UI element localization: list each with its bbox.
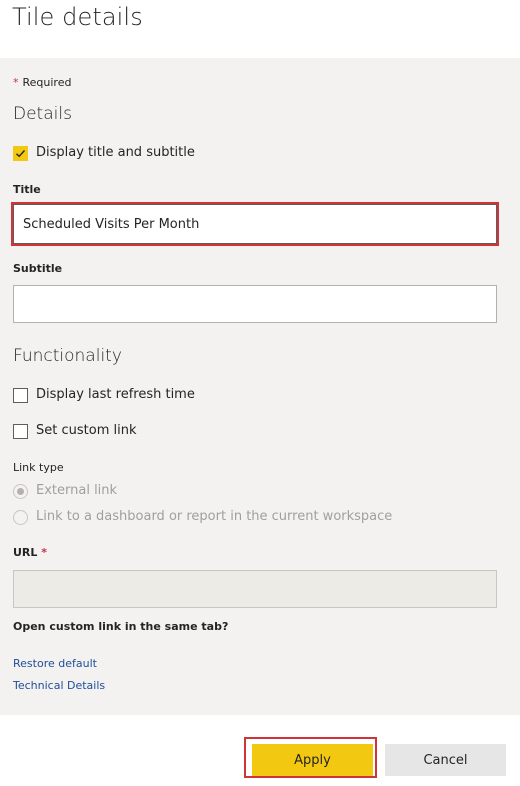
url-input[interactable] bbox=[13, 570, 497, 608]
url-label-text: URL bbox=[13, 546, 38, 559]
title-input[interactable]: Scheduled Visits Per Month bbox=[13, 204, 497, 244]
url-required-star: * bbox=[41, 546, 48, 559]
subtitle-label: Subtitle bbox=[13, 262, 63, 275]
footer: Apply Cancel bbox=[0, 715, 520, 786]
subtitle-input[interactable] bbox=[13, 285, 497, 323]
radio-dashboard-link-label[interactable]: Link to a dashboard or report in the cur… bbox=[36, 509, 392, 524]
details-heading: Details bbox=[13, 104, 72, 124]
radio-dashboard-link[interactable] bbox=[13, 510, 28, 525]
page-title: Tile details bbox=[12, 3, 143, 31]
required-text: Required bbox=[22, 76, 72, 89]
required-star: * bbox=[13, 76, 19, 89]
custom-link-label[interactable]: Set custom link bbox=[36, 423, 136, 438]
technical-details-link[interactable]: Technical Details bbox=[13, 679, 105, 692]
required-note: * Required bbox=[13, 76, 71, 89]
header: Tile details bbox=[0, 0, 520, 58]
checkmark-icon bbox=[16, 150, 26, 158]
apply-button[interactable]: Apply bbox=[252, 744, 373, 776]
same-tab-label: Open custom link in the same tab? bbox=[13, 620, 229, 633]
radio-external-link[interactable] bbox=[13, 484, 28, 499]
display-refresh-checkbox[interactable] bbox=[13, 388, 28, 403]
link-type-label: Link type bbox=[13, 461, 64, 474]
cancel-button[interactable]: Cancel bbox=[385, 744, 506, 776]
custom-link-checkbox[interactable] bbox=[13, 424, 28, 439]
restore-default-link[interactable]: Restore default bbox=[13, 657, 97, 670]
title-label: Title bbox=[13, 183, 41, 196]
display-title-checkbox[interactable] bbox=[13, 146, 28, 161]
radio-selected-dot bbox=[17, 488, 24, 495]
display-title-label[interactable]: Display title and subtitle bbox=[36, 145, 195, 160]
url-label: URL * bbox=[13, 546, 47, 559]
display-refresh-label[interactable]: Display last refresh time bbox=[36, 387, 195, 402]
functionality-heading: Functionality bbox=[13, 346, 122, 366]
radio-external-link-label[interactable]: External link bbox=[36, 483, 117, 498]
